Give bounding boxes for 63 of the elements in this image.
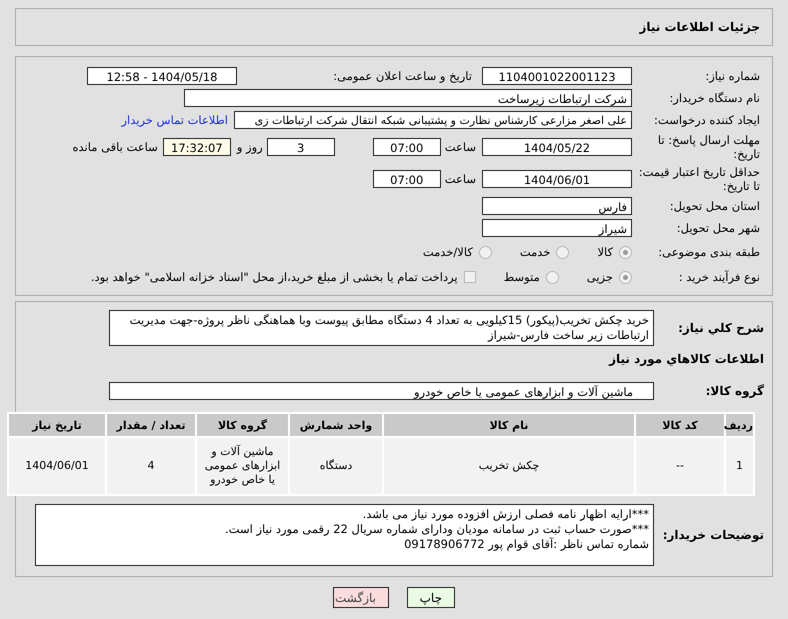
goods-group-field: ماشین آلات و ابزارهای عمومی یا خاص خودرو: [109, 382, 654, 400]
field-label: نوع فرآیند خرید :: [678, 270, 761, 284]
province-field: فارس: [482, 197, 632, 215]
time-field: 07:00: [372, 170, 441, 188]
field-label: روز و: [236, 140, 263, 154]
table-cell: 4: [107, 438, 195, 494]
table-cell: --: [636, 438, 724, 494]
radio-label: خدمت: [520, 245, 550, 259]
field-label: ایجاد کننده درخواست:: [653, 113, 761, 127]
buyer-field: شرکت ارتباطات زیرساخت: [184, 89, 632, 107]
radio-label: متوسط: [504, 270, 540, 284]
column-header: تعداد / مقدار: [107, 414, 195, 436]
column-header: ردیف: [726, 414, 753, 436]
table-cell: ماشین آلات و ابزارهای عمومی یا خاص خودرو: [197, 438, 288, 494]
need-number-field: 1104001022001123: [482, 67, 632, 85]
field-label: شهر محل تحویل:: [676, 221, 761, 235]
radio-button[interactable]: [556, 246, 570, 258]
page-title: جزئیات اطلاعات نیاز: [639, 20, 760, 34]
field-label: گروه کالا:: [704, 384, 765, 398]
field-label: تاریخ و ساعت اعلان عمومی:: [332, 69, 472, 83]
date-field: 1404/05/22: [482, 138, 632, 156]
field-label: ساعت: [444, 172, 476, 186]
back-button[interactable]: بازگشت: [333, 587, 389, 608]
radio-label: جزیی: [586, 270, 613, 284]
field-label: حداقل تاریخ اعتبار قیمت: تا تاریخ:: [638, 165, 761, 193]
radio-button[interactable]: [546, 270, 559, 284]
field-label: استان محل تحویل:: [668, 199, 761, 213]
creator-field: علی اصغر مزارعی کارشناس نظارت و پشتیبانی شبکه انتقال شرکت ارتباطات زی: [234, 111, 632, 129]
date-field: 1404/06/01: [482, 170, 632, 188]
checkbox[interactable]: [464, 271, 476, 283]
radio-button[interactable]: [619, 270, 632, 284]
remaining-time-field: 17:32:07: [162, 138, 231, 156]
field-label: طبقه بندی موضوعی:: [657, 245, 761, 259]
field-label: ساعت باقی مانده: [72, 140, 158, 154]
print-button[interactable]: چاپ: [407, 587, 455, 608]
table-cell: دستگاه: [290, 438, 382, 494]
announce-date-field: 1404/05/18 - 12:58: [87, 67, 237, 85]
days-field: 3: [266, 138, 335, 156]
column-header: تاریخ نیاز: [9, 414, 105, 436]
field-label: توضیحات خریدار:: [662, 528, 765, 542]
city-field: شیراز: [482, 219, 632, 237]
table-cell: 1: [726, 438, 753, 494]
column-header: گروه کالا: [197, 414, 288, 436]
radio-button[interactable]: [619, 246, 632, 258]
table-cell: 1404/06/01: [9, 438, 105, 494]
radio-button[interactable]: [478, 246, 492, 258]
field-label: ساعت: [444, 140, 476, 154]
description-box: خرید چکش تخریب(پیکور) 15کیلویی به تعداد 4 دستگاه مطابق پیوست وبا هماهنگی ناظر پروژه-جهت مدیریت ارتباطات زیر ساخت فارس-شیراز: [109, 310, 654, 346]
buyer-notes-box: ***ارایه اظهار نامه فصلی ارزش افزوده مورد نیاز می باشد. ***صورت حساب ثبت در سامانه مودیان ودارای شماره سریال 22 رقمی مورد نیاز است. شماره تماس ناظر :آقای قوام پور 09178906772: [35, 504, 654, 566]
table-cell: چکش تخریب: [384, 438, 634, 494]
field-label: مهلت ارسال پاسخ: تا تاریخ:: [656, 133, 761, 161]
column-header: نام کالا: [384, 414, 634, 436]
column-header: کد کالا: [636, 414, 724, 436]
radio-label: کالا/خدمت: [422, 245, 473, 259]
column-header: واحد شمارش: [290, 414, 382, 436]
checkbox-label: پرداخت تمام یا بخشی از مبلغ خرید،از محل "اسناد خزانه اسلامی" خواهد بود.: [90, 270, 458, 284]
section-heading: اطلاعات كالاهاي مورد نياز: [608, 352, 765, 366]
radio-label: کالا: [597, 245, 613, 259]
field-label: شرح كلي نياز:: [677, 321, 765, 335]
field-label: شماره نیاز:: [704, 69, 761, 83]
time-field: 07:00: [372, 138, 441, 156]
field-label: نام دستگاه خریدار:: [668, 91, 761, 105]
contact-link[interactable]: اطلاعات تماس خریدار: [121, 113, 228, 127]
